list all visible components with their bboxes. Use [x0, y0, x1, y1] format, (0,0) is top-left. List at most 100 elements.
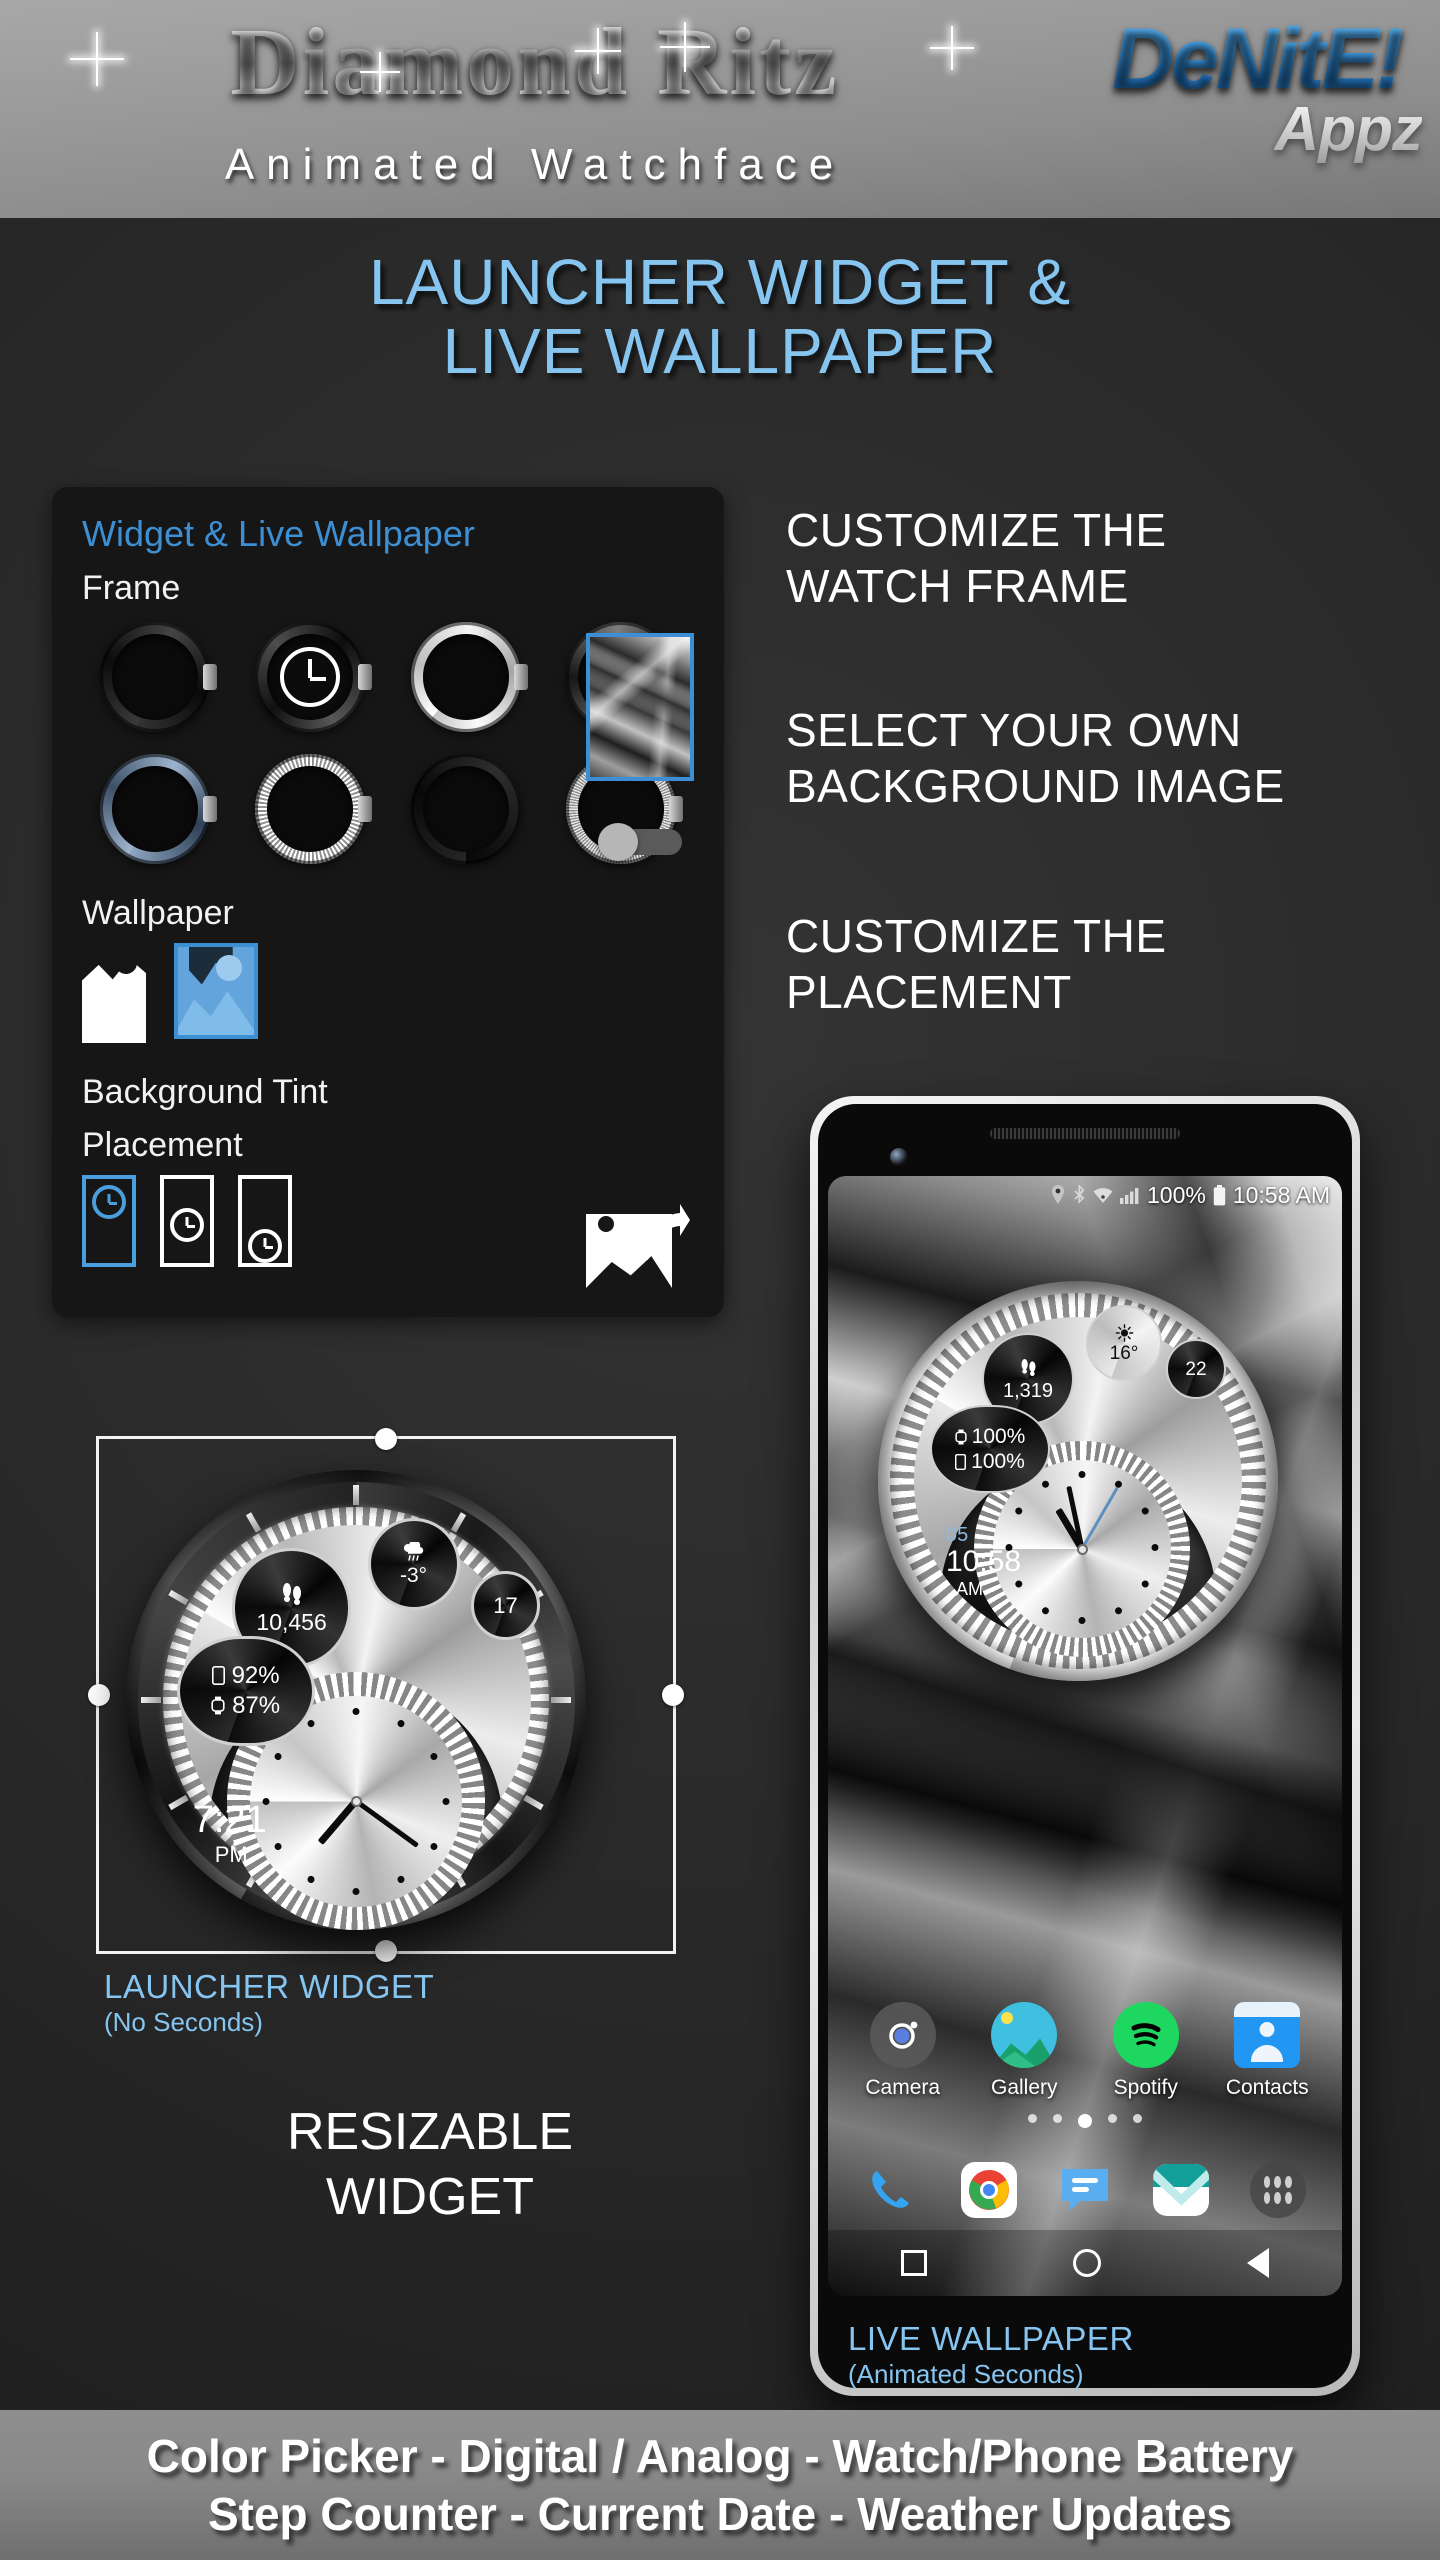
dial-pip — [1151, 1544, 1159, 1552]
dial-pip — [273, 1841, 283, 1852]
app-drawer-icon[interactable] — [1246, 2158, 1310, 2222]
header-banner: Diamond Ritz Animated Watchface DeNitE! … — [0, 0, 1440, 218]
resize-handle-bottom[interactable] — [375, 1940, 397, 1962]
battery-percent: 100% — [1146, 1181, 1206, 1208]
back-triangle-icon[interactable] — [1247, 2248, 1269, 2278]
battery-icon — [1213, 1184, 1226, 1205]
dial-pip — [352, 1888, 360, 1896]
placement-section-label: Placement — [82, 1126, 243, 1164]
app-spotify[interactable]: Spotify — [1091, 2002, 1201, 2100]
frame-option-6[interactable] — [238, 750, 384, 868]
location-icon — [1051, 1185, 1064, 1204]
wallpaper-preview-thumbnail[interactable] — [586, 633, 694, 781]
live-wallpaper-caption-main: LIVE WALLPAPER — [848, 2320, 1134, 2357]
resizable-widget-text: RESIZABLE WIDGET — [286, 2103, 574, 2226]
steps-value: 1,319 — [1002, 1379, 1054, 1402]
crown-icon — [202, 796, 217, 822]
dial-pip — [306, 1874, 316, 1885]
page-dot[interactable] — [1078, 2114, 1092, 2128]
signal-icon — [1119, 1188, 1139, 1204]
crown-icon — [358, 796, 373, 822]
page-dot[interactable] — [1028, 2114, 1037, 2123]
placement-option-bottom[interactable] — [238, 1175, 292, 1267]
launcher-widget-preview: 10,456 -3° 17 92% 87% 7:21 PM LAUNCHER W… — [88, 1422, 696, 2037]
placement-option-top[interactable] — [82, 1175, 136, 1267]
logo-sub-text: Appz — [1274, 95, 1423, 164]
settings-panel: Widget & Live Wallpaper Frame Wallpaper … — [52, 487, 724, 1317]
frame-plain-black — [410, 754, 521, 864]
dial-pip — [1013, 1506, 1024, 1516]
live-wallpaper-watch-face[interactable]: 1,319 16° 22 100% 100% 05 10:58 AM — [878, 1281, 1278, 1681]
chrome-icon[interactable] — [957, 2158, 1021, 2222]
complication-weather[interactable]: -3° — [367, 1518, 460, 1611]
crown-icon — [513, 664, 528, 690]
resize-handle-right[interactable] — [662, 1684, 684, 1706]
complication-battery[interactable]: 100% 100% — [930, 1405, 1050, 1493]
wifi-icon — [1093, 1188, 1113, 1203]
spotify-icon — [1112, 2002, 1179, 2068]
date-value: 17 — [493, 1592, 518, 1618]
pick-image-icon[interactable] — [586, 1202, 690, 1288]
dial-pip — [1140, 1579, 1151, 1589]
app-label: Camera — [865, 2076, 941, 2099]
app-camera[interactable]: Camera — [848, 2002, 958, 2100]
footsteps-icon — [1021, 1358, 1035, 1376]
phone-screen: 100% 10:58 AM 1,319 16° 22 100% 100% 05 … — [828, 1176, 1342, 2296]
resize-handle-left[interactable] — [88, 1684, 110, 1706]
background-tint-label: Background Tint — [82, 1073, 328, 1111]
recents-square-icon[interactable] — [901, 2250, 927, 2276]
complication-date[interactable]: 17 — [471, 1571, 540, 1641]
dial-pip — [273, 1751, 283, 1762]
complication-weather[interactable]: 16° — [1086, 1305, 1162, 1381]
page-dot[interactable] — [1133, 2114, 1142, 2123]
bezel-tick — [551, 1696, 571, 1703]
dial-pip — [442, 1798, 450, 1806]
digital-ampm: PM — [214, 1842, 248, 1868]
frame-option-7[interactable] — [393, 750, 539, 868]
placement-option-middle[interactable] — [160, 1175, 214, 1267]
wallpaper-option-image[interactable] — [174, 943, 258, 1039]
brand-title: Diamond Ritz — [10, 6, 1060, 117]
app-gallery[interactable]: Gallery — [969, 2002, 1079, 2100]
bezel-tick — [523, 1794, 544, 1810]
bezel-tick — [245, 1511, 262, 1533]
feature-text-3: CUSTOMIZE THE PLACEMENT — [786, 910, 1167, 1019]
digital-ampm: AM — [956, 1579, 983, 1599]
email-icon[interactable] — [1149, 2158, 1213, 2222]
bluetooth-icon — [1074, 1185, 1085, 1204]
resize-handle-top[interactable] — [375, 1428, 397, 1450]
watch-icon — [954, 1429, 967, 1444]
digital-time: 7:21 — [192, 1799, 267, 1842]
crown-icon — [358, 664, 373, 690]
brand-subtitle: Animated Watchface — [224, 140, 846, 189]
bezel-tick — [450, 1511, 467, 1533]
frame-option-2[interactable] — [238, 618, 384, 736]
launcher-watch-face[interactable]: 10,456 -3° 17 92% 87% 7:21 PM — [126, 1470, 586, 1930]
dial-pip — [1078, 1617, 1086, 1625]
frame-blue-steel — [99, 754, 217, 864]
complication-battery[interactable]: 92% 87% — [176, 1635, 315, 1746]
frame-silver-polished — [410, 622, 528, 732]
status-bar-time: 10:58 AM — [1232, 1181, 1330, 1208]
footer-line-2: Step Counter - Current Date - Weather Up… — [207, 2488, 1233, 2540]
background-tint-toggle[interactable] — [598, 823, 682, 861]
frame-option-3[interactable] — [393, 618, 539, 736]
bezel-tick — [141, 1696, 161, 1703]
camera-icon — [869, 2002, 936, 2068]
messages-icon[interactable] — [1053, 2158, 1117, 2222]
digital-time-block: 05 10:58 AM — [946, 1525, 1021, 1598]
bezel-tick — [353, 1484, 359, 1505]
phone-dialer-icon[interactable] — [860, 2158, 924, 2222]
wallpaper-option-none[interactable] — [82, 943, 146, 1043]
frame-option-1[interactable] — [82, 618, 228, 736]
complication-date[interactable]: 22 — [1166, 1339, 1226, 1399]
home-circle-icon[interactable] — [1073, 2249, 1101, 2277]
page-dot[interactable] — [1108, 2114, 1117, 2123]
phone-body: 100% 10:58 AM 1,319 16° 22 100% 100% 05 … — [818, 1104, 1352, 2388]
app-label: Gallery — [990, 2076, 1058, 2099]
frame-option-5[interactable] — [82, 750, 228, 868]
steps-value: 10,456 — [256, 1608, 327, 1635]
app-contacts[interactable]: Contacts — [1212, 2002, 1322, 2100]
app-dock — [828, 2158, 1342, 2222]
page-dot[interactable] — [1053, 2114, 1062, 2123]
